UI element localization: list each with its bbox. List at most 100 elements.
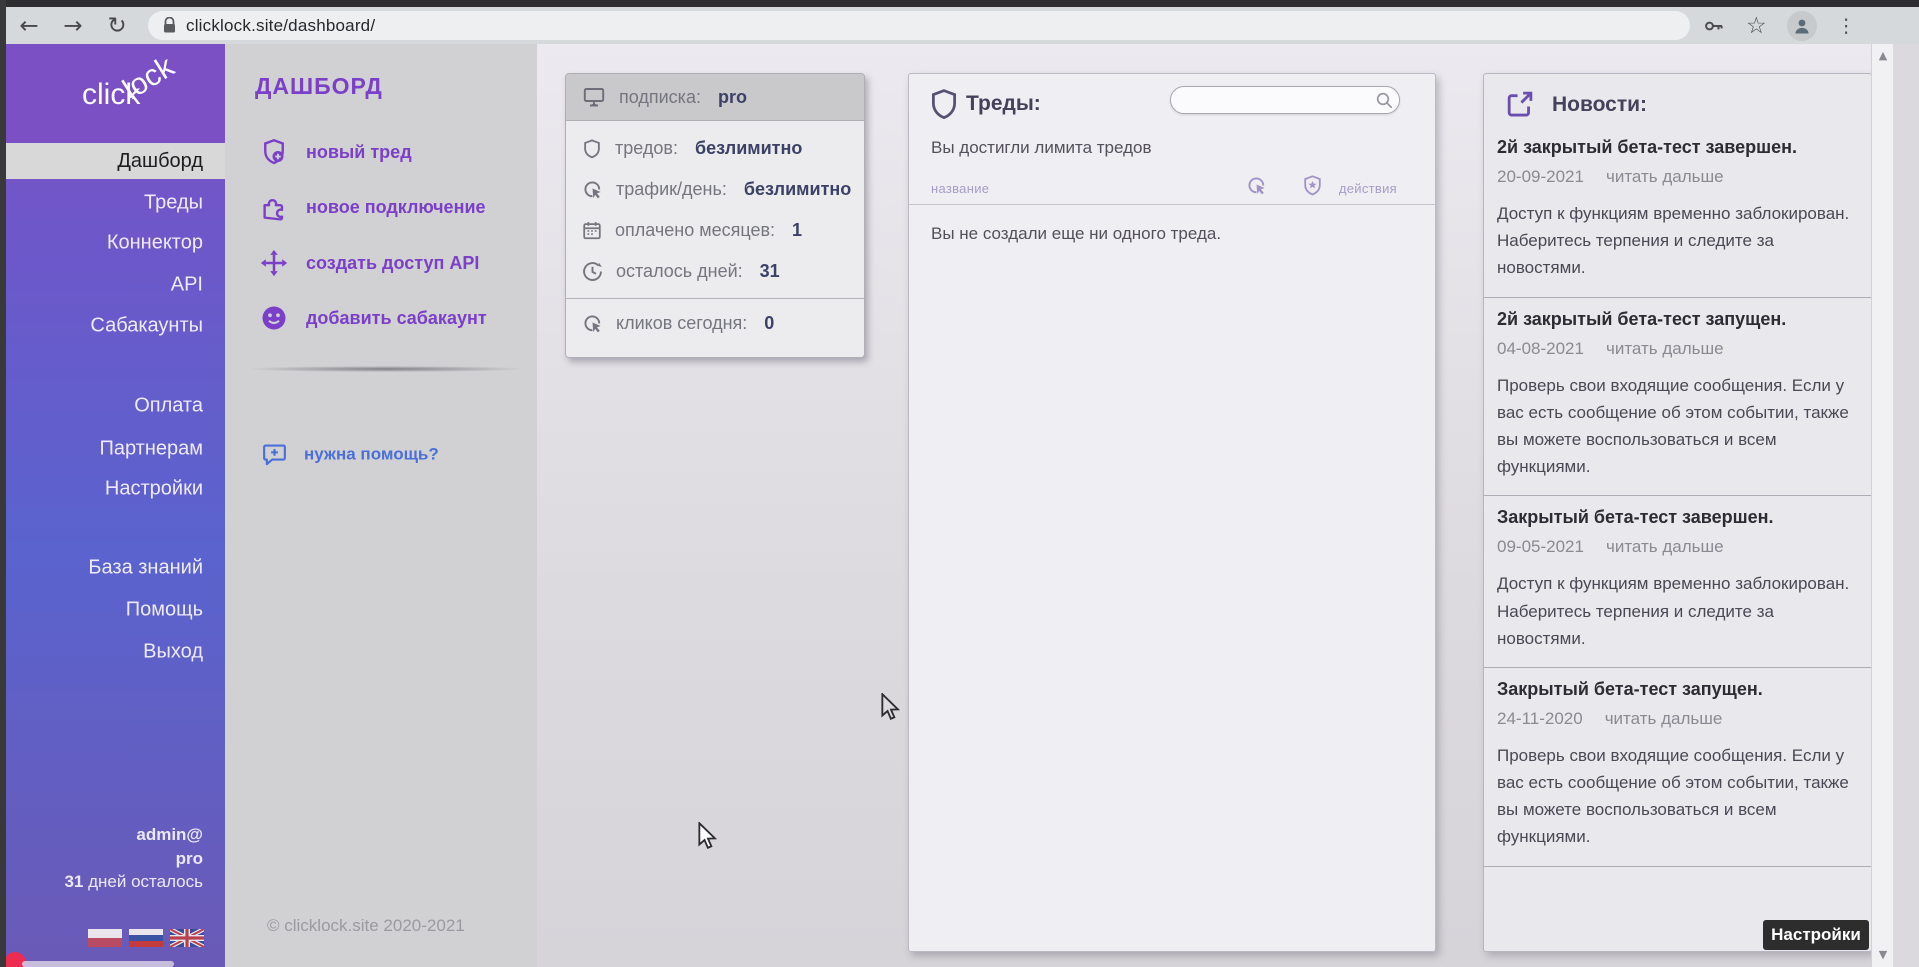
menu-dots-icon[interactable]: ⋮ <box>1837 15 1856 37</box>
news-item-title: 2й закрытый бета-тест запущен. <box>1497 309 1851 330</box>
news-item-title: Закрытый бета-тест запущен. <box>1497 679 1851 700</box>
bookmark-star-icon[interactable]: ☆ <box>1746 16 1767 36</box>
threads-panel: Треды: Вы достигли лимита тредов названи… <box>908 73 1436 952</box>
russia-flag[interactable] <box>129 929 163 947</box>
window-top-edge <box>0 0 1919 7</box>
column-header-actions: действия <box>1339 181 1397 196</box>
sidebar-item-connector[interactable]: Коннектор <box>107 232 203 255</box>
shield-icon <box>581 137 603 161</box>
scroll-up-icon[interactable]: ▲ <box>1872 47 1894 65</box>
main-content: подписка:pro тредов:безлимитно трафик/де… <box>537 44 1871 967</box>
shield-star-icon <box>1301 174 1324 197</box>
sidebar-item-payment[interactable]: Оплата <box>134 395 203 418</box>
sidebar-item-help[interactable]: Помощь <box>126 599 203 622</box>
news-item-body: Доступ к функциям временно заблокирован.… <box>1497 570 1859 652</box>
poland-flag[interactable] <box>88 929 122 947</box>
subscription-stats-card: подписка:pro тредов:безлимитно трафик/де… <box>565 73 865 358</box>
smiley-icon <box>259 303 289 333</box>
mouse-cursor-white <box>697 822 719 852</box>
news-item-body: Проверь свои входящие сообщения. Если у … <box>1497 742 1859 851</box>
cursor-click-icon <box>581 312 604 335</box>
key-icon[interactable] <box>1702 14 1726 38</box>
news-item-date: 20-09-2021 <box>1497 167 1584 187</box>
external-link-icon <box>1504 89 1535 120</box>
news-item: 2й закрытый бета-тест запущен. 04-08-202… <box>1484 298 1871 497</box>
chat-plus-icon <box>261 441 288 468</box>
new-thread-button[interactable]: новый тред <box>259 137 412 167</box>
news-item-date: 04-08-2021 <box>1497 339 1584 359</box>
news-panel: Новости: 2й закрытый бета-тест завершен.… <box>1483 73 1872 952</box>
section-divider <box>249 366 523 372</box>
sidebar-item-logout[interactable]: Выход <box>143 641 203 664</box>
sidebar-item-threads[interactable]: Треды <box>144 192 203 215</box>
column-header-name: название <box>931 181 989 196</box>
sidebar-item-settings[interactable]: Настройки <box>105 478 203 501</box>
stat-row-days-left: осталось дней:31 <box>566 251 864 292</box>
cursor-click-icon <box>581 178 604 201</box>
sidebar-item-dashboard[interactable]: Дашборд <box>0 143 225 179</box>
page-scrollbar[interactable]: ▲ ▼ <box>1871 44 1893 967</box>
read-more-link[interactable]: читать дальше <box>1606 537 1724 557</box>
news-item-title: 2й закрытый бета-тест завершен. <box>1497 137 1851 158</box>
uk-flag[interactable] <box>170 929 204 947</box>
news-item-date: 09-05-2021 <box>1497 537 1584 557</box>
need-help-link[interactable]: нужна помощь? <box>261 441 439 468</box>
move-arrows-icon <box>259 248 289 278</box>
new-connection-button[interactable]: новое подключение <box>259 192 486 222</box>
user-days-left: 31 дней осталось <box>64 872 203 892</box>
user-email: admin@ <box>136 825 203 845</box>
shield-plus-icon <box>259 137 289 167</box>
address-bar[interactable]: clicklock.site/dashboard/ <box>148 11 1690 40</box>
stat-row-traffic: трафик/день:безлимитно <box>566 169 864 210</box>
sidebar-item-api[interactable]: API <box>171 274 203 297</box>
news-item-body: Проверь свои входящие сообщения. Если у … <box>1497 372 1859 481</box>
news-item-title: Закрытый бета-тест завершен. <box>1497 507 1851 528</box>
url-text[interactable]: clicklock.site/dashboard/ <box>186 16 375 36</box>
read-more-link[interactable]: читать дальше <box>1605 709 1723 729</box>
profile-avatar[interactable] <box>1787 11 1817 41</box>
sidebar-item-partners[interactable]: Партнерам <box>99 438 203 461</box>
app-window: ← → ↻ clicklock.site/dashboard/ ☆ ⋮ clic… <box>0 0 1919 967</box>
threads-empty-message: Вы не создали еще ни одного треда. <box>931 224 1221 244</box>
window-right-margin <box>1893 44 1919 967</box>
calendar-icon <box>581 219 603 242</box>
read-more-link[interactable]: читать дальше <box>1606 167 1724 187</box>
news-item: Закрытый бета-тест завершен. 09-05-2021 ч… <box>1484 496 1871 668</box>
scroll-down-icon[interactable]: ▼ <box>1872 946 1894 964</box>
settings-tooltip: Настройки <box>1763 920 1869 950</box>
news-title: Новости: <box>1552 93 1647 117</box>
refresh-icon[interactable]: ↻ <box>102 11 132 41</box>
thread-limit-message: Вы достигли лимита тредов <box>931 138 1152 158</box>
language-flags <box>88 929 204 947</box>
back-icon[interactable]: ← <box>14 11 44 41</box>
news-item-body: Доступ к функциям временно заблокирован.… <box>1497 200 1859 282</box>
news-item: Закрытый бета-тест запущен. 24-11-2020 чи… <box>1484 668 1871 867</box>
read-more-link[interactable]: читать дальше <box>1606 339 1724 359</box>
shield-icon <box>929 88 959 122</box>
chrome-actions: ☆ ⋮ <box>1702 11 1856 41</box>
mouse-cursor-outline <box>880 693 902 723</box>
puzzle-icon <box>259 192 289 222</box>
monitor-icon <box>581 85 607 109</box>
search-icon <box>1375 91 1394 110</box>
forward-icon[interactable]: → <box>58 11 88 41</box>
create-api-access-button[interactable]: создать доступ API <box>259 248 479 278</box>
sidebar-item-subaccounts[interactable]: Сабакаунты <box>90 315 203 338</box>
stat-row-paid-months: оплачено месяцев:1 <box>566 210 864 251</box>
news-item-date: 24-11-2020 <box>1497 709 1583 729</box>
threads-title: Треды: <box>966 92 1041 116</box>
news-item: 2й закрытый бета-тест завершен. 20-09-20… <box>1484 126 1871 298</box>
app-logo[interactable]: clicklock <box>82 78 191 112</box>
clock-icon <box>581 260 604 283</box>
search-input[interactable] <box>1170 86 1400 114</box>
user-plan: pro <box>176 849 203 869</box>
page-title: ДАШБОРД <box>255 73 383 100</box>
news-header: Новости: <box>1484 74 1871 126</box>
add-subaccount-button[interactable]: добавить сабакаунт <box>259 303 487 333</box>
sidebar-item-knowledge-base[interactable]: База знаний <box>88 557 203 580</box>
lock-icon <box>162 17 177 34</box>
stats-header: подписка:pro <box>566 74 864 121</box>
copyright-text: © clicklock.site 2020-2021 <box>267 916 465 936</box>
cursor-click-icon <box>1245 174 1268 197</box>
table-header-divider <box>909 204 1435 205</box>
